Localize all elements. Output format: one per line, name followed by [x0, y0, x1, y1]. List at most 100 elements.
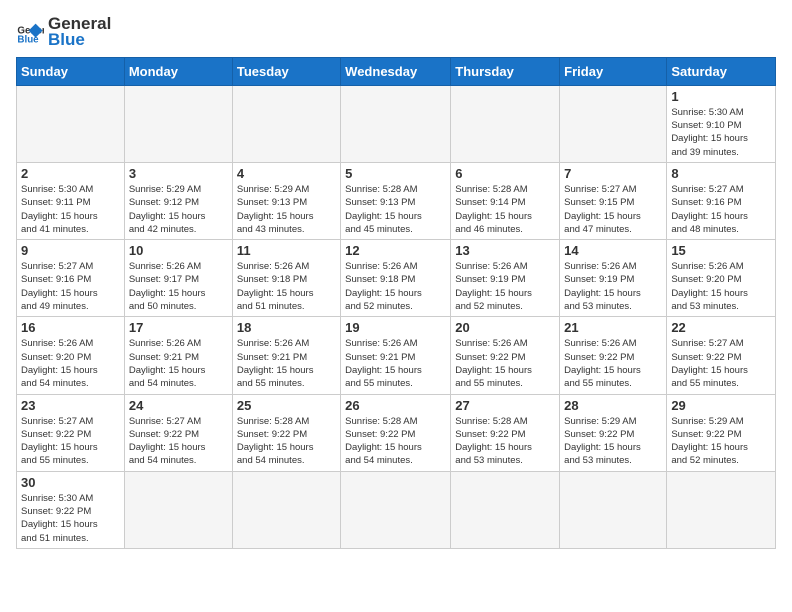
day-info: Sunrise: 5:28 AMSunset: 9:14 PMDaylight:…	[455, 183, 555, 236]
day-info: Sunrise: 5:26 AMSunset: 9:18 PMDaylight:…	[237, 260, 336, 313]
col-header-friday: Friday	[560, 57, 667, 85]
day-info: Sunrise: 5:28 AMSunset: 9:22 PMDaylight:…	[237, 415, 336, 468]
day-info: Sunrise: 5:27 AMSunset: 9:15 PMDaylight:…	[564, 183, 662, 236]
logo: General Blue General Blue	[16, 10, 111, 51]
day-info: Sunrise: 5:27 AMSunset: 9:16 PMDaylight:…	[21, 260, 120, 313]
day-number: 13	[455, 243, 555, 258]
calendar-cell: 29Sunrise: 5:29 AMSunset: 9:22 PMDayligh…	[667, 394, 776, 471]
calendar-cell	[341, 85, 451, 162]
week-row-5: 23 Sunrise: 5:27 AMSunset: 9:22 PMDayligh…	[17, 394, 776, 471]
day-info: Sunrise: 5:26 AMSunset: 9:19 PMDaylight:…	[564, 260, 662, 313]
day-info: Sunrise: 5:26 AMSunset: 9:20 PMDaylight:…	[21, 337, 120, 390]
day-info: Sunrise: 5:26 AMSunset: 9:19 PMDaylight:…	[455, 260, 555, 313]
day-info: Sunrise: 5:28 AMSunset: 9:22 PMDaylight:…	[345, 415, 446, 468]
calendar-cell: 9 Sunrise: 5:27 AMSunset: 9:16 PMDaylight…	[17, 240, 125, 317]
calendar-cell: 8Sunrise: 5:27 AMSunset: 9:16 PMDaylight…	[667, 162, 776, 239]
day-info: Sunrise: 5:26 AMSunset: 9:21 PMDaylight:…	[237, 337, 336, 390]
day-info: Sunrise: 5:26 AMSunset: 9:22 PMDaylight:…	[564, 337, 662, 390]
day-number: 11	[237, 243, 336, 258]
col-header-saturday: Saturday	[667, 57, 776, 85]
calendar-cell	[560, 85, 667, 162]
day-info: Sunrise: 5:27 AMSunset: 9:22 PMDaylight:…	[671, 337, 771, 390]
day-info: Sunrise: 5:30 AMSunset: 9:11 PMDaylight:…	[21, 183, 120, 236]
day-number: 6	[455, 166, 555, 181]
calendar-cell	[451, 85, 560, 162]
day-info: Sunrise: 5:28 AMSunset: 9:13 PMDaylight:…	[345, 183, 446, 236]
day-number: 2	[21, 166, 120, 181]
day-number: 10	[129, 243, 228, 258]
calendar-cell: 11 Sunrise: 5:26 AMSunset: 9:18 PMDayligh…	[232, 240, 340, 317]
svg-text:Blue: Blue	[17, 35, 39, 46]
day-info: Sunrise: 5:28 AMSunset: 9:22 PMDaylight:…	[455, 415, 555, 468]
day-number: 25	[237, 398, 336, 413]
day-number: 23	[21, 398, 120, 413]
day-info: Sunrise: 5:29 AMSunset: 9:12 PMDaylight:…	[129, 183, 228, 236]
calendar-cell: 5 Sunrise: 5:28 AMSunset: 9:13 PMDaylight…	[341, 162, 451, 239]
col-header-wednesday: Wednesday	[341, 57, 451, 85]
calendar-cell: 4 Sunrise: 5:29 AMSunset: 9:13 PMDaylight…	[232, 162, 340, 239]
calendar-cell: 22 Sunrise: 5:27 AMSunset: 9:22 PMDayligh…	[667, 317, 776, 394]
col-header-monday: Monday	[124, 57, 232, 85]
calendar-cell: 6 Sunrise: 5:28 AMSunset: 9:14 PMDaylight…	[451, 162, 560, 239]
calendar-cell: 28Sunrise: 5:29 AMSunset: 9:22 PMDayligh…	[560, 394, 667, 471]
day-info: Sunrise: 5:26 AMSunset: 9:22 PMDaylight:…	[455, 337, 555, 390]
calendar-cell	[560, 471, 667, 548]
day-number: 17	[129, 320, 228, 335]
day-number: 3	[129, 166, 228, 181]
day-info: Sunrise: 5:26 AMSunset: 9:17 PMDaylight:…	[129, 260, 228, 313]
day-number: 22	[671, 320, 771, 335]
day-number: 8	[671, 166, 771, 181]
day-number: 4	[237, 166, 336, 181]
day-number: 24	[129, 398, 228, 413]
calendar-table: SundayMondayTuesdayWednesdayThursdayFrid…	[16, 57, 776, 549]
day-info: Sunrise: 5:30 AMSunset: 9:22 PMDaylight:…	[21, 492, 120, 545]
calendar-cell	[341, 471, 451, 548]
week-row-4: 16 Sunrise: 5:26 AMSunset: 9:20 PMDayligh…	[17, 317, 776, 394]
calendar-cell: 25 Sunrise: 5:28 AMSunset: 9:22 PMDayligh…	[232, 394, 340, 471]
calendar-cell	[232, 471, 340, 548]
col-header-tuesday: Tuesday	[232, 57, 340, 85]
calendar-cell	[451, 471, 560, 548]
day-number: 18	[237, 320, 336, 335]
calendar-cell: 13 Sunrise: 5:26 AMSunset: 9:19 PMDayligh…	[451, 240, 560, 317]
day-number: 29	[671, 398, 771, 413]
calendar-cell	[232, 85, 340, 162]
calendar-cell: 17 Sunrise: 5:26 AMSunset: 9:21 PMDayligh…	[124, 317, 232, 394]
calendar-cell	[124, 471, 232, 548]
day-number: 14	[564, 243, 662, 258]
calendar-cell: 26Sunrise: 5:28 AMSunset: 9:22 PMDayligh…	[341, 394, 451, 471]
calendar-cell: 15 Sunrise: 5:26 AMSunset: 9:20 PMDayligh…	[667, 240, 776, 317]
calendar-cell: 21 Sunrise: 5:26 AMSunset: 9:22 PMDayligh…	[560, 317, 667, 394]
day-number: 9	[21, 243, 120, 258]
calendar-cell: 30Sunrise: 5:30 AMSunset: 9:22 PMDayligh…	[17, 471, 125, 548]
calendar-cell: 1Sunrise: 5:30 AMSunset: 9:10 PMDaylight…	[667, 85, 776, 162]
day-number: 28	[564, 398, 662, 413]
day-number: 20	[455, 320, 555, 335]
day-info: Sunrise: 5:27 AMSunset: 9:22 PMDaylight:…	[129, 415, 228, 468]
day-number: 5	[345, 166, 446, 181]
week-row-1: 1Sunrise: 5:30 AMSunset: 9:10 PMDaylight…	[17, 85, 776, 162]
day-number: 12	[345, 243, 446, 258]
day-number: 15	[671, 243, 771, 258]
day-info: Sunrise: 5:29 AMSunset: 9:13 PMDaylight:…	[237, 183, 336, 236]
col-header-sunday: Sunday	[17, 57, 125, 85]
day-info: Sunrise: 5:26 AMSunset: 9:21 PMDaylight:…	[129, 337, 228, 390]
calendar-cell: 7 Sunrise: 5:27 AMSunset: 9:15 PMDaylight…	[560, 162, 667, 239]
calendar-cell: 12Sunrise: 5:26 AMSunset: 9:18 PMDayligh…	[341, 240, 451, 317]
generalblue-logo-icon: General Blue	[16, 18, 44, 46]
day-number: 7	[564, 166, 662, 181]
day-number: 19	[345, 320, 446, 335]
day-info: Sunrise: 5:27 AMSunset: 9:22 PMDaylight:…	[21, 415, 120, 468]
day-number: 1	[671, 89, 771, 104]
week-row-3: 9 Sunrise: 5:27 AMSunset: 9:16 PMDaylight…	[17, 240, 776, 317]
calendar-cell: 16 Sunrise: 5:26 AMSunset: 9:20 PMDayligh…	[17, 317, 125, 394]
calendar-cell: 2 Sunrise: 5:30 AMSunset: 9:11 PMDaylight…	[17, 162, 125, 239]
header: General Blue General Blue	[16, 10, 776, 51]
calendar-cell	[667, 471, 776, 548]
day-number: 21	[564, 320, 662, 335]
day-info: Sunrise: 5:26 AMSunset: 9:20 PMDaylight:…	[671, 260, 771, 313]
calendar-cell: 24 Sunrise: 5:27 AMSunset: 9:22 PMDayligh…	[124, 394, 232, 471]
calendar-cell	[17, 85, 125, 162]
day-number: 16	[21, 320, 120, 335]
header-row: SundayMondayTuesdayWednesdayThursdayFrid…	[17, 57, 776, 85]
